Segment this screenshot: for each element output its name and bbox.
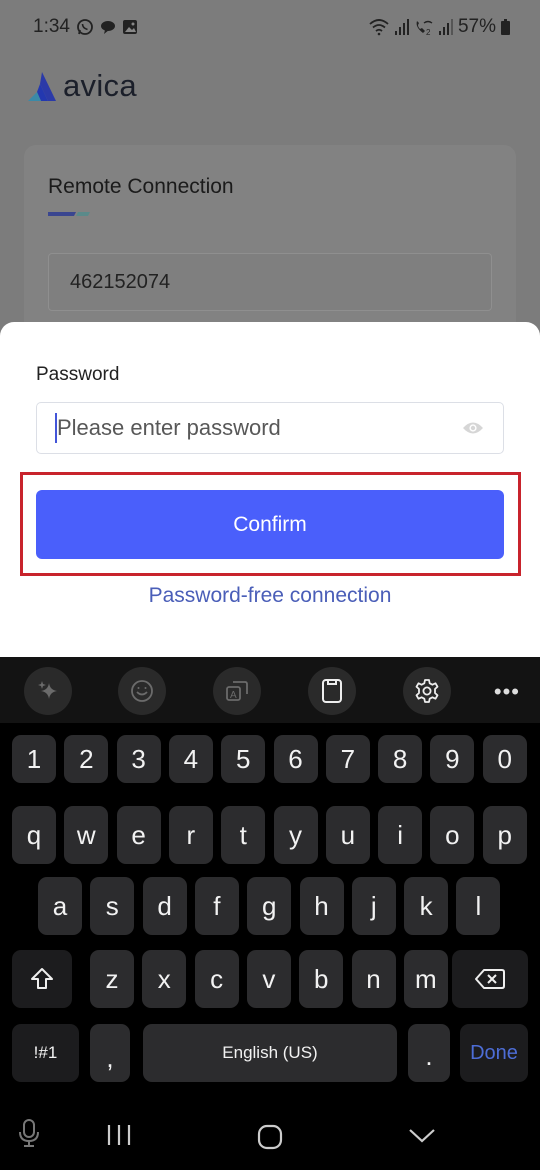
wifi-icon [368, 18, 390, 36]
key-d[interactable]: d [142, 877, 187, 935]
key-j[interactable]: j [351, 877, 396, 935]
key-u[interactable]: u [325, 806, 370, 864]
password-free-connection-link[interactable]: Password-free connection [0, 584, 540, 608]
key-g[interactable]: g [247, 877, 292, 935]
logo-text: avica [63, 68, 137, 103]
gallery-icon [122, 19, 138, 35]
key-f[interactable]: f [194, 877, 239, 935]
avica-logo: avica [27, 68, 137, 104]
translate-icon[interactable]: A [213, 667, 261, 715]
device-id-field[interactable]: 462152074 [48, 253, 492, 311]
key-6[interactable]: 6 [273, 735, 318, 783]
password-field[interactable] [36, 402, 504, 454]
key-1[interactable]: 1 [12, 735, 56, 783]
navigation-bar [0, 1100, 540, 1170]
keyboard-toolbar: A ••• [0, 657, 540, 723]
ai-sparkle-icon[interactable] [24, 667, 72, 715]
key-r[interactable]: r [168, 806, 213, 864]
status-bar: 1:34 2 57% [0, 0, 540, 54]
shift-icon [31, 968, 53, 989]
key-w[interactable]: w [64, 806, 109, 864]
key-m[interactable]: m [403, 950, 448, 1008]
clipboard-icon[interactable] [308, 667, 356, 715]
more-icon[interactable]: ••• [494, 679, 520, 705]
key-2[interactable]: 2 [64, 735, 109, 783]
done-key[interactable]: Done [460, 1024, 528, 1082]
key-k[interactable]: k [404, 877, 449, 935]
wifi-calling-icon: 2 [414, 18, 434, 36]
key-o[interactable]: o [430, 806, 475, 864]
key-s[interactable]: s [90, 877, 135, 935]
card-title: Remote Connection [48, 175, 234, 198]
title-underline [48, 212, 90, 216]
key-p[interactable]: p [482, 806, 527, 864]
key-0[interactable]: 0 [482, 735, 527, 783]
key-3[interactable]: 3 [116, 735, 161, 783]
key-l[interactable]: l [456, 877, 501, 935]
key-y[interactable]: y [273, 806, 318, 864]
hide-keyboard-chevron-down-icon[interactable] [408, 1128, 436, 1144]
confirm-button[interactable]: Confirm [36, 490, 504, 559]
whatsapp-icon [76, 18, 94, 36]
avica-logo-icon [28, 72, 56, 101]
status-time: 1:34 [33, 16, 70, 37]
key-h[interactable]: h [299, 877, 344, 935]
chat-bubble-icon [100, 19, 116, 35]
key-q[interactable]: q [12, 806, 56, 864]
remote-connection-card: Remote Connection 462152074 [24, 145, 516, 345]
key-8[interactable]: 8 [378, 735, 423, 783]
key-i[interactable]: i [378, 806, 423, 864]
comma-key[interactable]: , [90, 1024, 130, 1082]
svg-text:2: 2 [426, 28, 431, 36]
key-e[interactable]: e [116, 806, 161, 864]
key-v[interactable]: v [246, 950, 291, 1008]
home-icon[interactable] [257, 1124, 283, 1150]
key-a[interactable]: a [38, 877, 82, 935]
key-5[interactable]: 5 [221, 735, 266, 783]
key-c[interactable]: c [194, 950, 239, 1008]
symbols-key[interactable]: !#1 [12, 1024, 79, 1082]
shift-key[interactable] [12, 950, 72, 1008]
key-b[interactable]: b [299, 950, 344, 1008]
key-7[interactable]: 7 [325, 735, 370, 783]
show-password-eye-icon[interactable] [461, 416, 485, 440]
recent-apps-icon[interactable] [106, 1124, 132, 1146]
password-sheet: Password Confirm Password-free connectio… [0, 322, 540, 658]
device-id-value: 462152074 [70, 270, 171, 293]
battery-percent: 57% [457, 16, 496, 37]
key-x[interactable]: x [142, 950, 187, 1008]
backspace-key[interactable] [452, 950, 528, 1008]
emoji-icon[interactable] [118, 667, 166, 715]
svg-text:A: A [230, 690, 237, 701]
key-9[interactable]: 9 [430, 735, 475, 783]
keyboard: A ••• 1234567890 qwertyuiop asdfghjkl zxcvb… [0, 657, 540, 1100]
settings-icon[interactable] [403, 667, 451, 715]
key-z[interactable]: z [90, 950, 134, 1008]
period-key[interactable]: . [408, 1024, 450, 1082]
battery-icon [501, 19, 510, 35]
key-4[interactable]: 4 [168, 735, 213, 783]
signal-icon [438, 19, 453, 35]
key-n[interactable]: n [351, 950, 396, 1008]
key-t[interactable]: t [221, 806, 266, 864]
password-label: Password [36, 364, 120, 385]
backspace-icon [475, 969, 505, 989]
space-key[interactable]: English (US) [143, 1024, 397, 1082]
microphone-icon[interactable] [18, 1118, 40, 1148]
signal-icon [394, 19, 409, 35]
password-input[interactable] [57, 415, 461, 441]
